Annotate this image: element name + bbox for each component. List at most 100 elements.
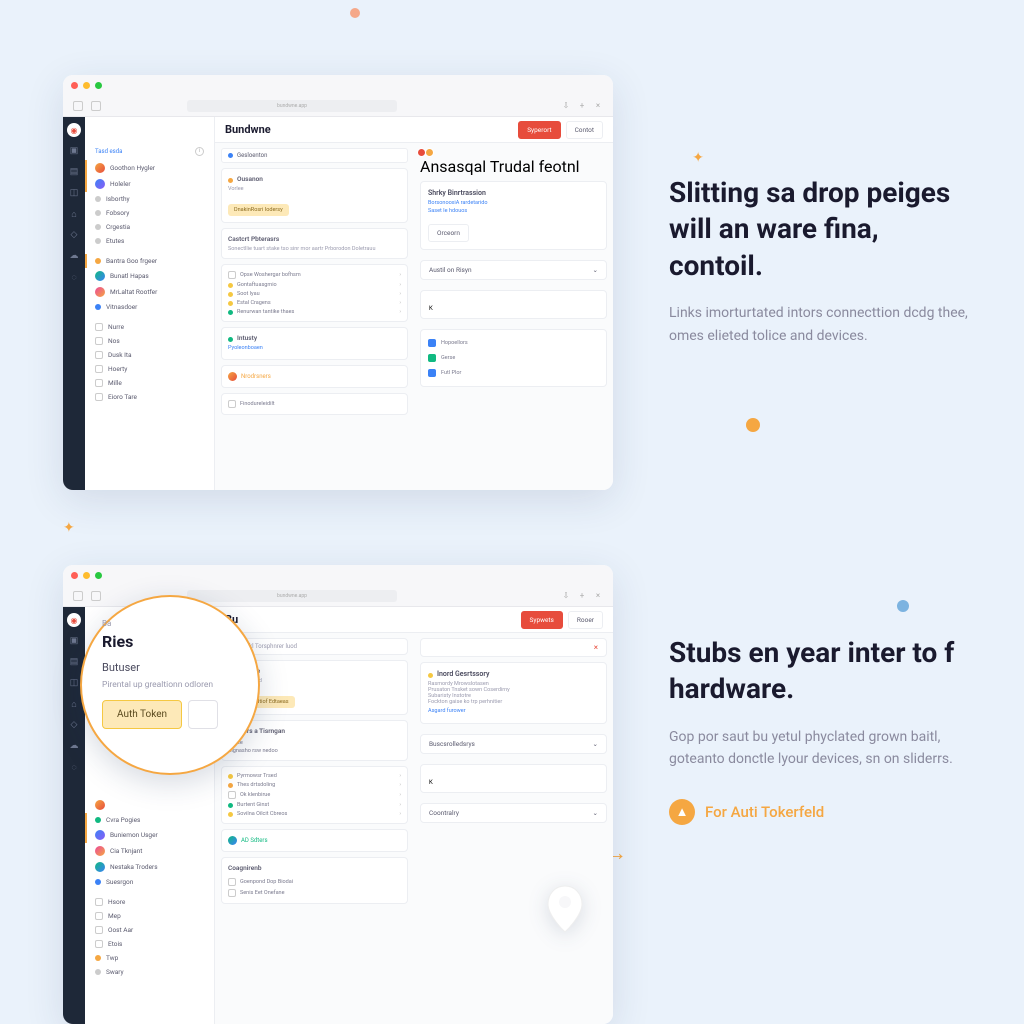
close-icon[interactable]: × bbox=[594, 643, 598, 652]
sidebar-item[interactable]: Goothon Hygler bbox=[85, 160, 214, 176]
rail-icon[interactable]: ◌ bbox=[68, 762, 80, 774]
app-logo[interactable]: ◉ bbox=[67, 123, 81, 137]
url-bar[interactable]: bundwne.app bbox=[187, 100, 397, 112]
traffic-light-minimize[interactable] bbox=[83, 572, 90, 579]
plus-icon[interactable]: + bbox=[577, 101, 587, 111]
rail-icon[interactable]: ◫ bbox=[68, 678, 80, 690]
rail-icon[interactable]: ◌ bbox=[68, 272, 80, 284]
sidebar-check-item[interactable]: Swary bbox=[85, 965, 214, 979]
traffic-light-zoom[interactable] bbox=[95, 572, 102, 579]
list-item[interactable]: Sovilna Oilcit Cbreos› bbox=[228, 811, 401, 817]
collapse-row[interactable]: Austil on Risyn⌄ bbox=[420, 260, 607, 280]
rail-icon[interactable]: ☁ bbox=[68, 741, 80, 753]
auth-token-button[interactable]: Auth Token bbox=[102, 700, 182, 729]
rail-icon[interactable]: ⌂ bbox=[68, 209, 80, 221]
sidebar-item[interactable]: Fobsory bbox=[85, 206, 214, 220]
list-item[interactable]: Soot lyau› bbox=[228, 291, 401, 297]
list-item[interactable]: Pyrmowsr Trsed› bbox=[228, 773, 401, 779]
info-icon[interactable]: i bbox=[195, 147, 204, 156]
rail-icon[interactable]: ◫ bbox=[68, 188, 80, 200]
highlighted-pill[interactable]: DnakinRosri Iodersy bbox=[228, 204, 289, 216]
download-icon[interactable]: ⇩ bbox=[561, 101, 571, 111]
sidebar-item[interactable]: Nestaka Troders bbox=[85, 859, 214, 875]
list-item[interactable]: Thes drtsdoling› bbox=[228, 782, 401, 788]
card-link[interactable]: Asgard furower bbox=[428, 708, 599, 714]
card-link[interactable]: Pyoleonboaen bbox=[228, 345, 401, 351]
close-icon[interactable]: × bbox=[593, 101, 603, 111]
rail-icon[interactable]: ▣ bbox=[68, 636, 80, 648]
secondary-button[interactable] bbox=[188, 700, 218, 729]
primary-button[interactable]: Syperort bbox=[518, 121, 560, 139]
list-item[interactable]: Futl Plor bbox=[428, 367, 599, 379]
sidebar-item[interactable]: Bantra Goo frgeer bbox=[85, 254, 214, 268]
nav-back-button[interactable] bbox=[73, 591, 83, 601]
sidebar-check-item[interactable]: Nurre bbox=[85, 320, 214, 334]
nav-back-button[interactable] bbox=[73, 101, 83, 111]
plus-icon[interactable]: + bbox=[577, 591, 587, 601]
sidebar-check-item[interactable]: Nos bbox=[85, 334, 214, 348]
sidebar-item[interactable] bbox=[85, 797, 214, 813]
rail-icon[interactable]: ▤ bbox=[68, 167, 80, 179]
list-item[interactable]: Estal Cragens› bbox=[228, 300, 401, 306]
sidebar-check-item[interactable]: Mille bbox=[85, 376, 214, 390]
sidebar-item[interactable]: MrLaltat Rootfer bbox=[85, 284, 214, 300]
sidebar-check-item[interactable]: Eioro Tare bbox=[85, 390, 214, 404]
card-button[interactable]: Orceorn bbox=[428, 224, 469, 242]
list-item[interactable]: Burtent Ginst› bbox=[228, 802, 401, 808]
list-item[interactable]: Gerse bbox=[428, 352, 599, 364]
list-item[interactable]: Renurwan tantike thaes› bbox=[228, 309, 401, 315]
close-icon[interactable]: × bbox=[593, 591, 603, 601]
sidebar-item[interactable]: Suesrgon bbox=[85, 875, 214, 889]
rail-icon[interactable]: ◇ bbox=[68, 720, 80, 732]
list-item[interactable]: Gontaftuasgmio› bbox=[228, 282, 401, 288]
app-logo[interactable]: ◉ bbox=[67, 613, 81, 627]
nav-forward-button[interactable] bbox=[91, 591, 101, 601]
list-item[interactable]: Hopoellors bbox=[428, 337, 599, 349]
sidebar-item[interactable]: Crgestia bbox=[85, 220, 214, 234]
sidebar-check-item[interactable]: Dusk Ita bbox=[85, 348, 214, 362]
sidebar-section-header[interactable]: Tasd esda i bbox=[85, 143, 214, 160]
sidebar-check-item[interactable]: Hoerty bbox=[85, 362, 214, 376]
sidebar-item[interactable]: Vitnasdoer bbox=[85, 300, 214, 314]
collapse-row[interactable]: Coontralry⌄ bbox=[420, 803, 607, 823]
rail-icon[interactable]: ▣ bbox=[68, 146, 80, 158]
secondary-button[interactable]: Rooer bbox=[568, 611, 603, 629]
sidebar-item[interactable]: Holeler bbox=[85, 176, 214, 192]
task-list: Pyrmowsr Trsed› Thes drtsdoling› Ok klen… bbox=[221, 766, 408, 824]
traffic-light-close[interactable] bbox=[71, 82, 78, 89]
list-item[interactable]: Opse Woshergar bofhsm› bbox=[228, 271, 401, 279]
list-item[interactable]: Senis Eet Onefane bbox=[228, 889, 401, 897]
download-icon[interactable]: ⇩ bbox=[561, 591, 571, 601]
list-item[interactable]: Kignasho rsw nedoo bbox=[228, 748, 401, 754]
sidebar-item[interactable]: Cia Tknjant bbox=[85, 843, 214, 859]
sidebar-item[interactable]: Bunatl Hapas bbox=[85, 268, 214, 284]
rail-icon[interactable]: ☁ bbox=[68, 251, 80, 263]
sidebar-item[interactable]: Buniemon Usger bbox=[85, 827, 214, 843]
rail-icon[interactable]: ⌂ bbox=[68, 699, 80, 711]
url-bar[interactable]: bundwne.app bbox=[187, 590, 397, 602]
list-item[interactable]: Ok klenbirue› bbox=[228, 791, 401, 799]
sidebar-check-item[interactable]: Oost Aar bbox=[85, 923, 214, 937]
list-item[interactable]: Fee bbox=[228, 738, 401, 748]
list-item[interactable]: Goenpond Dop Biodai bbox=[228, 878, 401, 886]
column-header[interactable]: Gesloenton bbox=[221, 148, 408, 163]
sidebar-item[interactable]: Etutes bbox=[85, 234, 214, 248]
card-link[interactable]: Saset Ie hdouos bbox=[428, 208, 599, 214]
sidebar-item[interactable]: Isborthy bbox=[85, 192, 214, 206]
sidebar-check-item[interactable]: Twp bbox=[85, 951, 214, 965]
sidebar-check-item[interactable]: Mep bbox=[85, 909, 214, 923]
primary-button[interactable]: Sypwets bbox=[521, 611, 563, 629]
nav-forward-button[interactable] bbox=[91, 101, 101, 111]
traffic-light-close[interactable] bbox=[71, 572, 78, 579]
card-link[interactable]: BorsonooxiA rardetarido bbox=[428, 200, 599, 206]
traffic-light-minimize[interactable] bbox=[83, 82, 90, 89]
rail-icon[interactable]: ▤ bbox=[68, 657, 80, 669]
secondary-button[interactable]: Contot bbox=[566, 121, 603, 139]
collapse-row[interactable]: Buscsrolledsrys⌄ bbox=[420, 734, 607, 754]
rail-icon[interactable]: ◇ bbox=[68, 230, 80, 242]
sidebar-item[interactable]: Cvra Pogies bbox=[85, 813, 214, 827]
cta-link[interactable]: ▲ For Auti Tokerfeld bbox=[669, 799, 969, 825]
sidebar-check-item[interactable]: Etois bbox=[85, 937, 214, 951]
traffic-light-zoom[interactable] bbox=[95, 82, 102, 89]
sidebar-check-item[interactable]: Hsore bbox=[85, 895, 214, 909]
